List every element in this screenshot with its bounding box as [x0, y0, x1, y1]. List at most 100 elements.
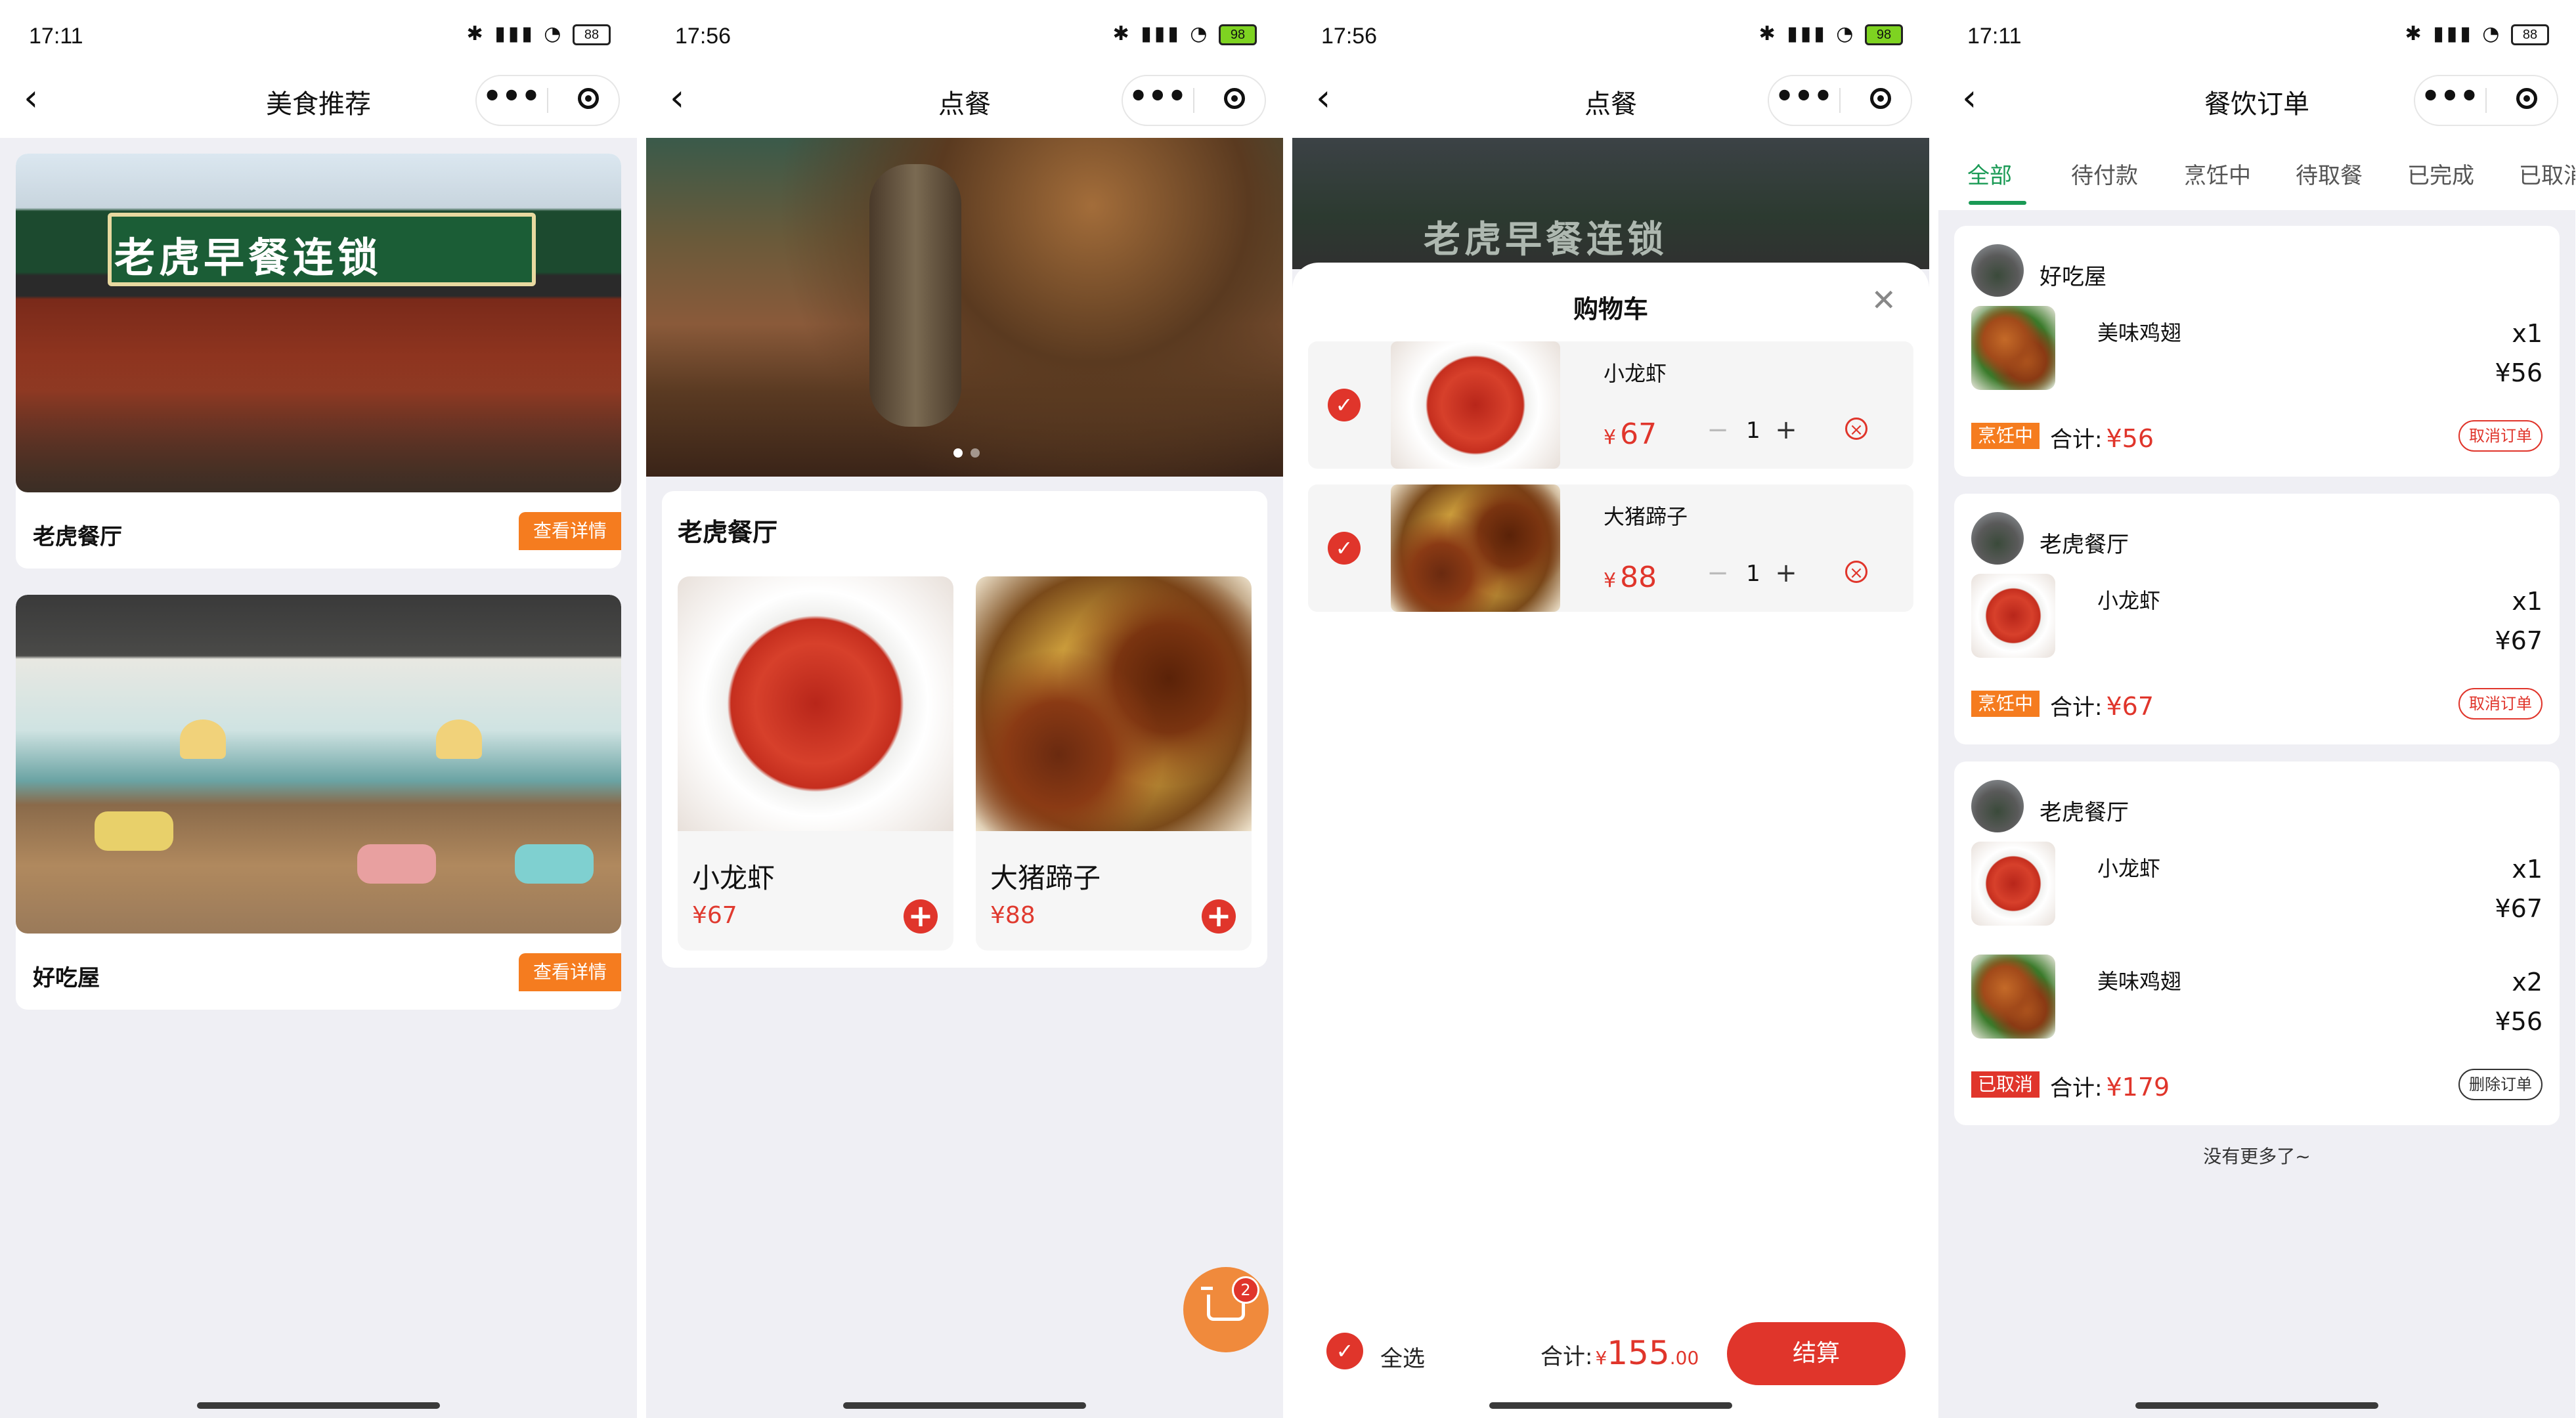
dish-card[interactable]: 大猪蹄子 ¥88 + [976, 576, 1252, 951]
banner-tree-shape [869, 164, 961, 427]
shop-name: 老虎餐厅 [2040, 532, 2129, 558]
carousel-dots [950, 448, 984, 460]
order-item-name: 小龙虾 [2097, 588, 2161, 613]
order-card[interactable]: 老虎餐厅 小龙虾 x1 ¥67 烹饪中 合计: ¥67 取消订单 [1954, 494, 2560, 744]
order-total: 合计: ¥179 [2050, 1070, 2170, 1102]
carousel-dot[interactable] [953, 448, 963, 458]
order-item-price: ¥56 [2495, 358, 2543, 387]
more-icon[interactable]: ••• [477, 76, 546, 125]
tab-cancelled[interactable]: 已取消 [2519, 158, 2575, 190]
banner-sign-text: 老虎早餐连锁 [1424, 219, 1668, 261]
battery-icon: 98 [1865, 24, 1903, 45]
view-details-button[interactable]: 查看详情 [519, 512, 621, 550]
status-bar: 17:56 ✱ ▮▮▮ ◔ 98 [1292, 0, 1929, 72]
status-icons: ✱ ▮▮▮ ◔ 98 [1759, 22, 1903, 45]
more-icon[interactable]: ••• [1123, 76, 1192, 125]
increase-quantity-button[interactable]: + [1773, 558, 1799, 588]
cart-item-photo [1391, 484, 1560, 612]
order-footer: 烹饪中 合计: ¥67 取消订单 [1971, 684, 2543, 723]
select-all-checkbox[interactable]: ✓ [1326, 1333, 1363, 1369]
view-details-button[interactable]: 查看详情 [519, 953, 621, 991]
screen-food-orders: 17:11 ✱ ▮▮▮ ◔ 88 ‹ 餐饮订单 ••• 全部 待付款 烹饪中 待… [1938, 0, 2575, 1418]
menu-card: 老虎餐厅 小龙虾 ¥67 + 大猪蹄子 ¥88 + [662, 491, 1267, 968]
order-card[interactable]: 老虎餐厅 小龙虾 x1 ¥67 美味鸡翅 x2 ¥56 已取消 合计: ¥179 … [1954, 762, 2560, 1125]
tab-ready-for-pickup[interactable]: 待取餐 [2296, 158, 2363, 190]
chair-shape [515, 844, 594, 884]
decrease-quantity-button[interactable]: − [1705, 415, 1731, 445]
tab-all[interactable]: 全部 [1967, 158, 2012, 190]
checkout-button[interactable]: 结算 [1727, 1322, 1906, 1385]
tab-pending-payment[interactable]: 待付款 [2071, 158, 2138, 190]
order-line-item: 小龙虾 x1 ¥67 [1971, 574, 2543, 659]
order-item-qty: x2 [2512, 968, 2543, 997]
restaurant-card[interactable]: 好吃屋 查看详情 [16, 595, 621, 1010]
wifi-icon: ◔ [2482, 22, 2502, 45]
total-decimal: .00 [1669, 1347, 1699, 1369]
dish-card[interactable]: 小龙虾 ¥67 + [678, 576, 953, 951]
dish-photo [678, 576, 953, 831]
add-to-cart-icon[interactable]: + [904, 899, 938, 934]
order-item-price: ¥56 [2495, 1007, 2543, 1036]
dish-name: 小龙虾 [692, 862, 775, 894]
shop-avatar [1971, 244, 2024, 297]
delete-order-button[interactable]: 删除订单 [2458, 1069, 2543, 1100]
more-icon[interactable]: ••• [1769, 76, 1839, 125]
status-icons: ✱ ▮▮▮ ◔ 98 [1113, 22, 1257, 45]
remove-item-icon[interactable]: × [1845, 418, 1867, 440]
tab-completed[interactable]: 已完成 [2407, 158, 2474, 190]
tab-cooking[interactable]: 烹饪中 [2184, 158, 2251, 190]
screen-order-menu: 17:56 ✱ ▮▮▮ ◔ 98 ‹ 点餐 ••• 老虎餐厅 小龙虾 ¥67 + [646, 0, 1283, 1418]
cart-total: 合计: ¥155.00 [1540, 1334, 1699, 1372]
restaurant-banner-carousel[interactable] [646, 138, 1283, 477]
checkbox-checked-icon[interactable]: ✓ [1328, 532, 1361, 565]
checkbox-checked-icon[interactable]: ✓ [1328, 389, 1361, 421]
capsule-divider [547, 88, 548, 113]
shop-avatar [1971, 512, 2024, 565]
close-mini-program-icon[interactable] [1224, 88, 1245, 109]
order-item-name: 美味鸡翅 [2097, 969, 2182, 994]
order-card[interactable]: 好吃屋 美味鸡翅 x1 ¥56 烹饪中 合计: ¥56 取消订单 [1954, 226, 2560, 477]
status-time: 17:11 [1967, 24, 2022, 49]
status-time: 17:11 [29, 24, 83, 49]
close-mini-program-icon[interactable] [578, 88, 599, 109]
close-mini-program-icon[interactable] [2516, 88, 2537, 109]
remove-item-icon[interactable]: × [1845, 561, 1867, 583]
nav-bar: ‹ 点餐 ••• [646, 66, 1283, 138]
order-item-name: 小龙虾 [2097, 856, 2161, 881]
select-all-label[interactable]: 全选 [1380, 1341, 1425, 1373]
cart-title: 购物车 [1573, 295, 1648, 324]
total-amount: ¥56 [2106, 424, 2154, 453]
dimmed-banner[interactable]: 老虎早餐连锁 [1292, 138, 1929, 269]
battery-icon: 88 [2511, 24, 2549, 45]
cancel-order-button[interactable]: 取消订单 [2458, 420, 2543, 452]
wifi-icon: ◔ [544, 22, 564, 45]
order-item-photo [1971, 955, 2055, 1039]
quantity-value: 1 [1746, 418, 1760, 444]
decrease-quantity-button[interactable]: − [1705, 558, 1731, 588]
increase-quantity-button[interactable]: + [1773, 415, 1799, 445]
total-amount: 155 [1607, 1334, 1670, 1372]
more-icon[interactable]: ••• [2415, 76, 2485, 125]
cart-sheet: 购物车 ✕ ✓ 小龙虾 ¥67 − 1 + × ✓ 大猪蹄子 ¥88 − 1 +… [1292, 263, 1929, 1418]
cart-button[interactable]: 2 [1183, 1267, 1269, 1352]
close-icon[interactable]: ✕ [1871, 282, 1896, 318]
end-of-list-text: 没有更多了~ [2203, 1146, 2311, 1167]
price-value: 67 [1620, 418, 1657, 451]
total-label: 合计: [2050, 695, 2103, 721]
lamp-shape [436, 720, 482, 759]
nav-bar: ‹ 餐饮订单 ••• [1938, 66, 2575, 138]
shop-avatar [1971, 780, 2024, 832]
mini-program-capsule: ••• [2414, 75, 2558, 126]
restaurant-card[interactable]: 老虎早餐连锁 老虎餐厅 查看详情 [16, 154, 621, 569]
order-item-name: 美味鸡翅 [2097, 320, 2182, 345]
cancel-order-button[interactable]: 取消订单 [2458, 688, 2543, 720]
total-label: 合计: [2050, 1075, 2103, 1102]
close-mini-program-icon[interactable] [1870, 88, 1891, 109]
quantity-value: 1 [1746, 561, 1760, 587]
carousel-dot[interactable] [971, 448, 980, 458]
screen-food-recommend: 17:11 ✱ ▮▮▮ ◔ 88 ‹ 美食推荐 ••• 老虎早餐连锁 老虎餐厅 … [0, 0, 637, 1418]
storefront-sign-text: 老虎早餐连锁 [114, 234, 383, 282]
add-to-cart-icon[interactable]: + [1202, 899, 1236, 934]
status-badge: 已取消 [1971, 1071, 2040, 1098]
currency-symbol: ¥ [1604, 426, 1617, 449]
